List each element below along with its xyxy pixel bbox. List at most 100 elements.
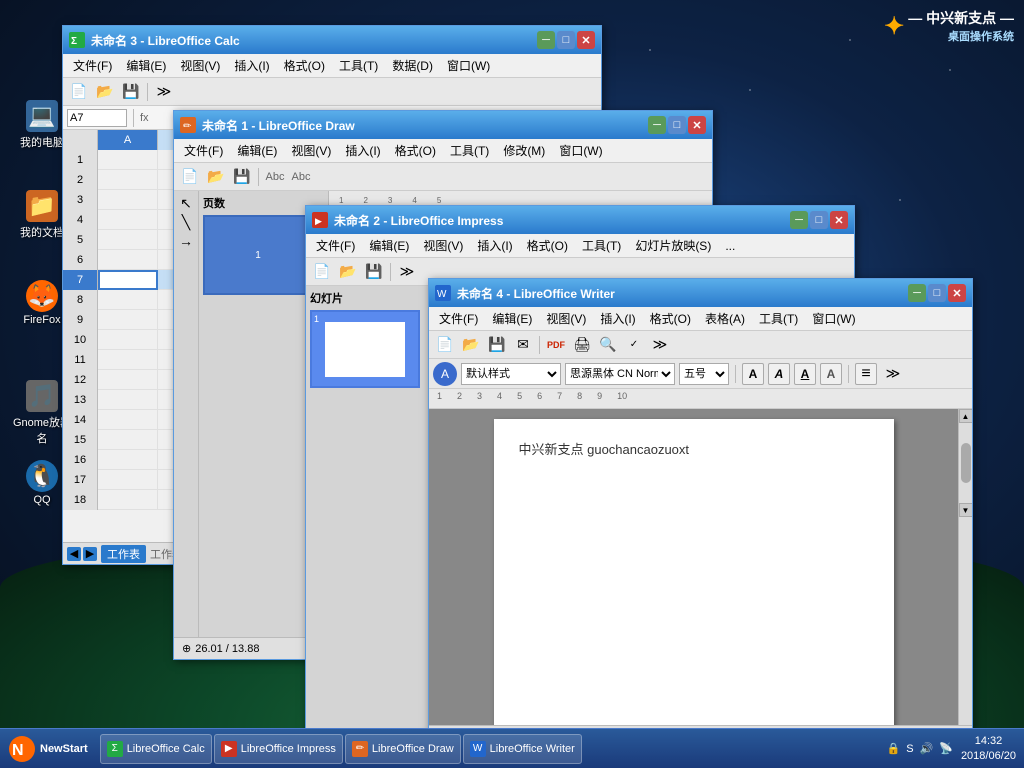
writer-new-btn[interactable]: 📄 <box>433 334 457 356</box>
impress-menu-insert[interactable]: 插入(I) <box>471 235 518 256</box>
calc-menu-file[interactable]: 文件(F) <box>67 55 118 76</box>
writer-bold-btn[interactable]: A <box>742 363 764 385</box>
draw-line-tool[interactable]: ╲ <box>182 214 190 231</box>
draw-menu-insert[interactable]: 插入(I) <box>339 140 386 161</box>
taskbar-draw-btn[interactable]: ✏ LibreOffice Draw <box>345 734 461 764</box>
calc-menu-insert[interactable]: 插入(I) <box>228 55 275 76</box>
writer-more2-btn[interactable]: ≫ <box>881 363 905 385</box>
calc-save-btn[interactable]: 💾 <box>119 81 143 103</box>
writer-save-btn[interactable]: 💾 <box>485 334 509 356</box>
impress-new-btn[interactable]: 📄 <box>310 261 334 283</box>
writer-page[interactable]: 中兴新支点 guochancaozuoxt guo'chan'cao'zuo'x… <box>494 419 894 725</box>
calc-maximize-button[interactable]: □ <box>557 31 575 49</box>
draw-menu-window[interactable]: 窗口(W) <box>553 140 608 161</box>
calc-titlebar[interactable]: Σ 未命名 3 - LibreOffice Calc ─ □ ✕ <box>63 26 601 54</box>
writer-pdf-btn[interactable]: PDF <box>544 334 568 356</box>
writer-close-button[interactable]: ✕ <box>948 284 966 302</box>
writer-email-btn[interactable]: ✉ <box>511 334 535 356</box>
writer-underline-btn[interactable]: A <box>794 363 816 385</box>
draw-save-btn[interactable]: 💾 <box>230 166 254 188</box>
draw-more-btn[interactable]: Abc <box>263 166 287 188</box>
taskbar-network-icon[interactable]: 📡 <box>939 742 953 755</box>
impress-menu-file[interactable]: 文件(F) <box>310 235 361 256</box>
draw-titlebar[interactable]: ✏ 未命名 1 - LibreOffice Draw ─ □ ✕ <box>174 111 712 139</box>
taskbar-writer-btn[interactable]: W LibreOffice Writer <box>463 734 582 764</box>
calc-menu-edit[interactable]: 编辑(E) <box>120 55 172 76</box>
writer-menu-table[interactable]: 表格(A) <box>699 308 751 329</box>
impress-menu-format[interactable]: 格式(O) <box>521 235 574 256</box>
writer-style-dropdown[interactable]: 默认样式 <box>461 363 561 385</box>
calc-menu-tools[interactable]: 工具(T) <box>333 55 384 76</box>
writer-menu-edit[interactable]: 编辑(E) <box>486 308 538 329</box>
writer-more-btn[interactable]: ≫ <box>648 334 672 356</box>
draw-select-tool[interactable]: ↖ <box>180 195 192 212</box>
writer-minimize-button[interactable]: ─ <box>908 284 926 302</box>
writer-font-dropdown[interactable]: 思源黑体 CN Norma <box>565 363 675 385</box>
impress-minimize-button[interactable]: ─ <box>790 211 808 229</box>
impress-maximize-button[interactable]: □ <box>810 211 828 229</box>
draw-menu-edit[interactable]: 编辑(E) <box>231 140 283 161</box>
impress-titlebar[interactable]: ▶ 未命名 2 - LibreOffice Impress ─ □ ✕ <box>306 206 854 234</box>
calc-menu-window[interactable]: 窗口(W) <box>441 55 496 76</box>
writer-menu-window[interactable]: 窗口(W) <box>806 308 861 329</box>
draw-minimize-button[interactable]: ─ <box>648 116 666 134</box>
writer-scroll-thumb[interactable] <box>961 443 971 483</box>
calc-minimize-button[interactable]: ─ <box>537 31 555 49</box>
writer-scroll-down-btn[interactable]: ▼ <box>959 503 973 517</box>
draw-menu-tools[interactable]: 工具(T) <box>444 140 495 161</box>
draw-page-thumb[interactable]: 1 <box>203 215 313 295</box>
taskbar-lock-icon[interactable]: 🔒 <box>886 742 900 755</box>
writer-preview-btn[interactable]: 🔍 <box>596 334 620 356</box>
writer-spell-btn[interactable]: ✓ <box>622 334 646 356</box>
writer-menu-tools[interactable]: 工具(T) <box>753 308 804 329</box>
taskbar-ime-icon[interactable]: S <box>906 743 913 755</box>
draw-more2-btn[interactable]: Abc <box>289 166 313 188</box>
impress-more-btn[interactable]: ≫ <box>395 261 419 283</box>
impress-close-button[interactable]: ✕ <box>830 211 848 229</box>
calc-close-button[interactable]: ✕ <box>577 31 595 49</box>
writer-italic-btn[interactable]: A <box>768 363 790 385</box>
writer-scroll-up-btn[interactable]: ▲ <box>959 409 973 423</box>
draw-menu-modify[interactable]: 修改(M) <box>497 140 551 161</box>
impress-save-btn[interactable]: 💾 <box>362 261 386 283</box>
taskbar-calc-btn[interactable]: Σ LibreOffice Calc <box>100 734 212 764</box>
impress-menu-edit[interactable]: 编辑(E) <box>363 235 415 256</box>
calc-prev-sheet-btn[interactable]: ◀ <box>67 547 81 561</box>
writer-open-btn[interactable]: 📂 <box>459 334 483 356</box>
impress-slide-thumb-1[interactable]: 1 <box>310 310 420 388</box>
impress-menu-slideshow[interactable]: 幻灯片放映(S) <box>629 235 717 256</box>
writer-align-btn[interactable]: ≡ <box>855 363 877 385</box>
writer-menu-format[interactable]: 格式(O) <box>644 308 697 329</box>
draw-arrow-tool[interactable]: → <box>179 233 193 249</box>
calc-menu-data[interactable]: 数据(D) <box>386 55 439 76</box>
impress-open-btn[interactable]: 📂 <box>336 261 360 283</box>
draw-menu-view[interactable]: 视图(V) <box>285 140 337 161</box>
writer-size-dropdown[interactable]: 五号 <box>679 363 729 385</box>
calc-col-a[interactable]: A <box>98 130 158 150</box>
writer-menu-insert[interactable]: 插入(I) <box>594 308 641 329</box>
taskbar-impress-btn[interactable]: ▶ LibreOffice Impress <box>214 734 343 764</box>
calc-more-btn[interactable]: ≫ <box>152 81 176 103</box>
calc-open-btn[interactable]: 📂 <box>93 81 117 103</box>
writer-titlebar[interactable]: W 未命名 4 - LibreOffice Writer ─ □ ✕ <box>429 279 972 307</box>
calc-next-sheet-btn[interactable]: ▶ <box>83 547 97 561</box>
calc-new-btn[interactable]: 📄 <box>67 81 91 103</box>
draw-open-btn[interactable]: 📂 <box>204 166 228 188</box>
draw-menu-format[interactable]: 格式(O) <box>389 140 442 161</box>
writer-shadow-btn[interactable]: A <box>820 363 842 385</box>
calc-menu-view[interactable]: 视图(V) <box>174 55 226 76</box>
taskbar-start[interactable]: N NewStart <box>0 729 96 768</box>
writer-menu-file[interactable]: 文件(F) <box>433 308 484 329</box>
draw-new-btn[interactable]: 📄 <box>178 166 202 188</box>
writer-maximize-button[interactable]: □ <box>928 284 946 302</box>
calc-sheet-tab[interactable]: 工作表 <box>101 545 146 563</box>
writer-menu-view[interactable]: 视图(V) <box>540 308 592 329</box>
impress-menu-more[interactable]: ... <box>719 237 741 255</box>
taskbar-volume-icon[interactable]: 🔊 <box>920 742 934 755</box>
writer-print-btn[interactable]: 🖨 <box>570 334 594 356</box>
impress-menu-view[interactable]: 视图(V) <box>417 235 469 256</box>
calc-name-box[interactable] <box>67 109 127 127</box>
impress-menu-tools[interactable]: 工具(T) <box>576 235 627 256</box>
draw-close-button[interactable]: ✕ <box>688 116 706 134</box>
draw-menu-file[interactable]: 文件(F) <box>178 140 229 161</box>
